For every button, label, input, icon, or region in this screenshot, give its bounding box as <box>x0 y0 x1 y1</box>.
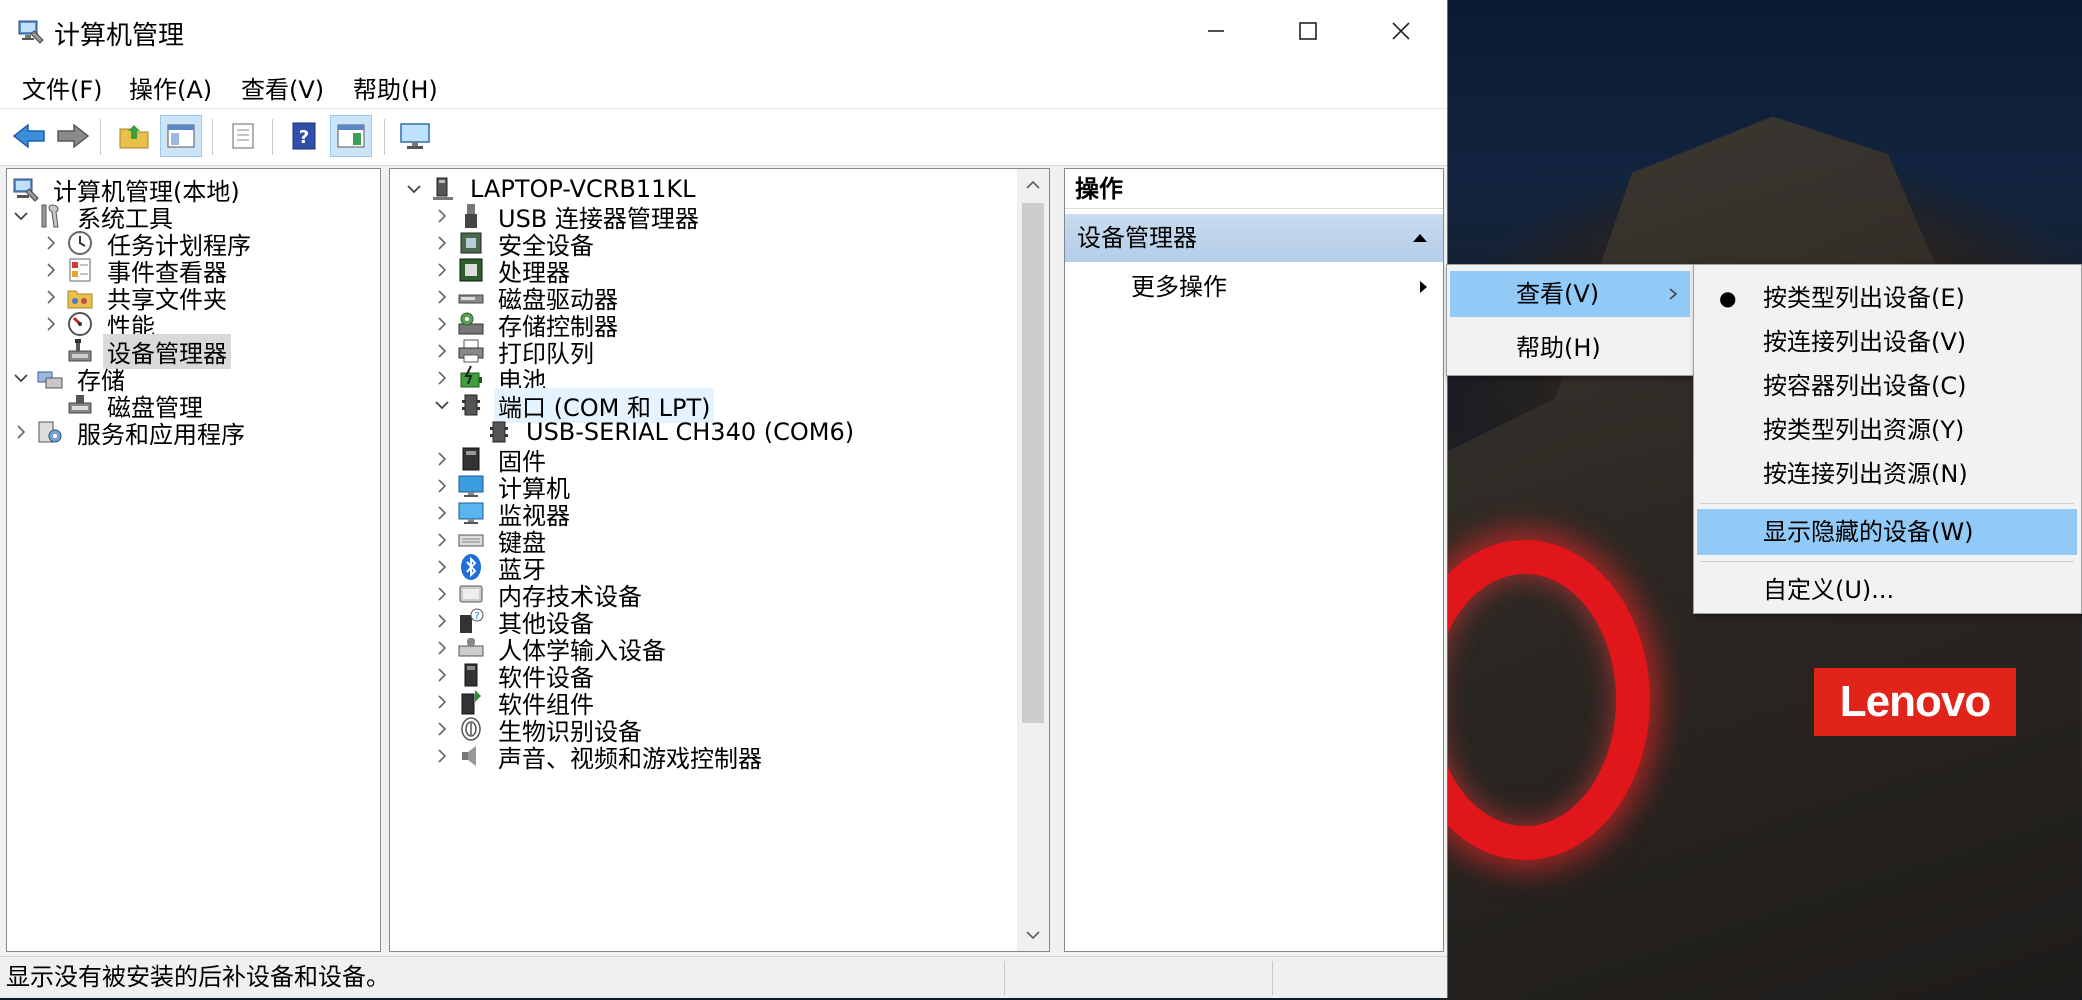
status-bar: 显示没有被安装的后补设备和设备。 <box>0 956 1447 998</box>
menu-item-label: 按连接列出资源(N) <box>1763 460 1968 488</box>
speaker-icon <box>454 739 488 773</box>
chevron-right-icon[interactable] <box>430 739 454 773</box>
maximize-button[interactable] <box>1262 0 1354 62</box>
back-button[interactable] <box>8 115 50 157</box>
forward-button[interactable] <box>52 115 94 157</box>
more-actions-label: 更多操作 <box>1131 273 1227 301</box>
help-button[interactable]: ? <box>283 115 325 157</box>
actions-header: 操作 <box>1065 169 1443 209</box>
chevron-down-icon[interactable] <box>9 361 33 395</box>
menu-item-label: 查看(V) <box>1516 280 1600 308</box>
device-label: USB-SERIAL CH340 (COM6) <box>526 418 855 446</box>
minimize-button[interactable] <box>1170 0 1262 62</box>
menu-item-label: 帮助(H) <box>1516 334 1601 362</box>
menu-bar: 文件(F) 操作(A) 查看(V) 帮助(H) <box>0 62 1447 109</box>
menu-item-label: 按类型列出设备(E) <box>1763 284 1965 312</box>
minimize-icon <box>1208 30 1224 32</box>
more-actions-item[interactable]: 更多操作 <box>1065 267 1443 307</box>
more-actions-menu: 查看(V) 帮助(H) <box>1446 264 1694 376</box>
device-category-label: 声音、视频和游戏控制器 <box>498 744 762 773</box>
computer-management-app-icon <box>17 17 45 45</box>
services-icon <box>33 415 67 449</box>
menu-item-label: 显示隐藏的设备(W) <box>1763 518 1974 546</box>
window-title: 计算机管理 <box>54 21 185 51</box>
back-icon <box>12 123 45 149</box>
forward-icon <box>57 123 90 149</box>
menu-item-devices-by-type[interactable]: ● 按类型列出设备(E) <box>1697 275 2077 321</box>
menu-item-help[interactable]: 帮助(H) <box>1450 325 1690 371</box>
chevron-right-icon[interactable] <box>9 415 33 449</box>
tree-item-label: 服务和应用程序 <box>77 420 245 449</box>
radio-bullet-icon: ● <box>1719 286 1737 310</box>
menu-separator <box>1700 561 2074 562</box>
help-icon: ? <box>292 122 316 150</box>
tree-item-services-apps[interactable]: 服务和应用程序 <box>9 415 249 449</box>
lenovo-logo: Lenovo <box>1814 668 2016 736</box>
show-hide-console-tree-button[interactable] <box>160 115 202 157</box>
menu-item-resources-by-type[interactable]: 按类型列出资源(Y) <box>1697 407 2077 453</box>
menu-help[interactable]: 帮助(H) <box>353 70 438 105</box>
actions-pane: 操作 设备管理器 更多操作 <box>1064 168 1444 952</box>
title-bar[interactable]: 计算机管理 <box>0 0 1447 62</box>
vertical-scrollbar[interactable] <box>1017 169 1049 951</box>
menu-action[interactable]: 操作(A) <box>129 70 212 105</box>
close-button[interactable] <box>1355 0 1447 62</box>
menu-item-resources-by-connection[interactable]: 按连接列出资源(N) <box>1697 451 2077 497</box>
menu-separator <box>1700 503 2074 504</box>
show-hide-action-pane-button[interactable] <box>330 115 372 157</box>
up-folder-icon <box>119 125 149 149</box>
scroll-down-button[interactable] <box>1017 919 1049 951</box>
properties-icon <box>232 123 254 149</box>
toolbar: ? <box>0 109 1447 166</box>
device-tree-pane: LAPTOP-VCRB11KL USB 连接器管理器 安全设备 处理器 磁盘驱动… <box>389 168 1050 952</box>
menu-view[interactable]: 查看(V) <box>241 70 324 105</box>
up-folder-button[interactable] <box>113 115 155 157</box>
chevron-down-icon[interactable] <box>402 172 426 206</box>
chevron-down-icon[interactable] <box>430 388 454 422</box>
status-text: 显示没有被安装的后补设备和设备。 <box>6 963 390 991</box>
monitor-button[interactable] <box>394 115 436 157</box>
submenu-arrow-icon <box>1417 267 1429 322</box>
show-hide-action-pane-icon <box>337 124 365 148</box>
svg-text:?: ? <box>299 127 309 148</box>
scroll-up-button[interactable] <box>1017 169 1049 201</box>
scroll-thumb[interactable] <box>1022 203 1044 723</box>
actions-section-label: 设备管理器 <box>1077 224 1197 252</box>
computer-management-window: 计算机管理 文件(F) 操作(A) 查看(V) 帮助(H) ? 计算机管理(本地… <box>0 0 1448 998</box>
menu-item-devices-by-container[interactable]: 按容器列出设备(C) <box>1697 363 2077 409</box>
monitor-icon <box>400 123 430 149</box>
maximize-icon <box>1299 22 1317 40</box>
menu-item-label: 自定义(U)... <box>1763 576 1895 604</box>
menu-item-label: 按类型列出资源(Y) <box>1763 416 1965 444</box>
properties-button[interactable] <box>222 115 264 157</box>
chevron-right-icon[interactable] <box>39 307 63 341</box>
chevron-up-icon <box>1026 180 1040 189</box>
actions-section-device-manager[interactable]: 设备管理器 <box>1065 214 1443 262</box>
menu-file[interactable]: 文件(F) <box>22 70 103 105</box>
svg-text:?: ? <box>474 611 479 622</box>
show-hide-console-tree-icon <box>167 124 195 148</box>
menu-item-view[interactable]: 查看(V) <box>1450 271 1690 317</box>
menu-item-devices-by-connection[interactable]: 按连接列出设备(V) <box>1697 319 2077 365</box>
storage-icon <box>33 361 67 395</box>
device-category-sound-video-game[interactable]: 声音、视频和游戏控制器 <box>430 739 766 773</box>
console-tree: 计算机管理(本地) 系统工具 任务计划程序 事件查看器 共享文件夹 性能 设备管… <box>6 168 381 952</box>
menu-item-label: 按容器列出设备(C) <box>1763 372 1967 400</box>
menu-item-customize[interactable]: 自定义(U)... <box>1697 567 2077 613</box>
menu-item-show-hidden-devices[interactable]: 显示隐藏的设备(W) <box>1697 509 2077 555</box>
menu-item-label: 按连接列出设备(V) <box>1763 328 1967 356</box>
view-submenu: ● 按类型列出设备(E) 按连接列出设备(V) 按容器列出设备(C) 按类型列出… <box>1693 264 2082 614</box>
chevron-down-icon <box>1026 931 1040 940</box>
chevron-down-icon[interactable] <box>9 199 33 233</box>
close-icon <box>1392 22 1410 40</box>
